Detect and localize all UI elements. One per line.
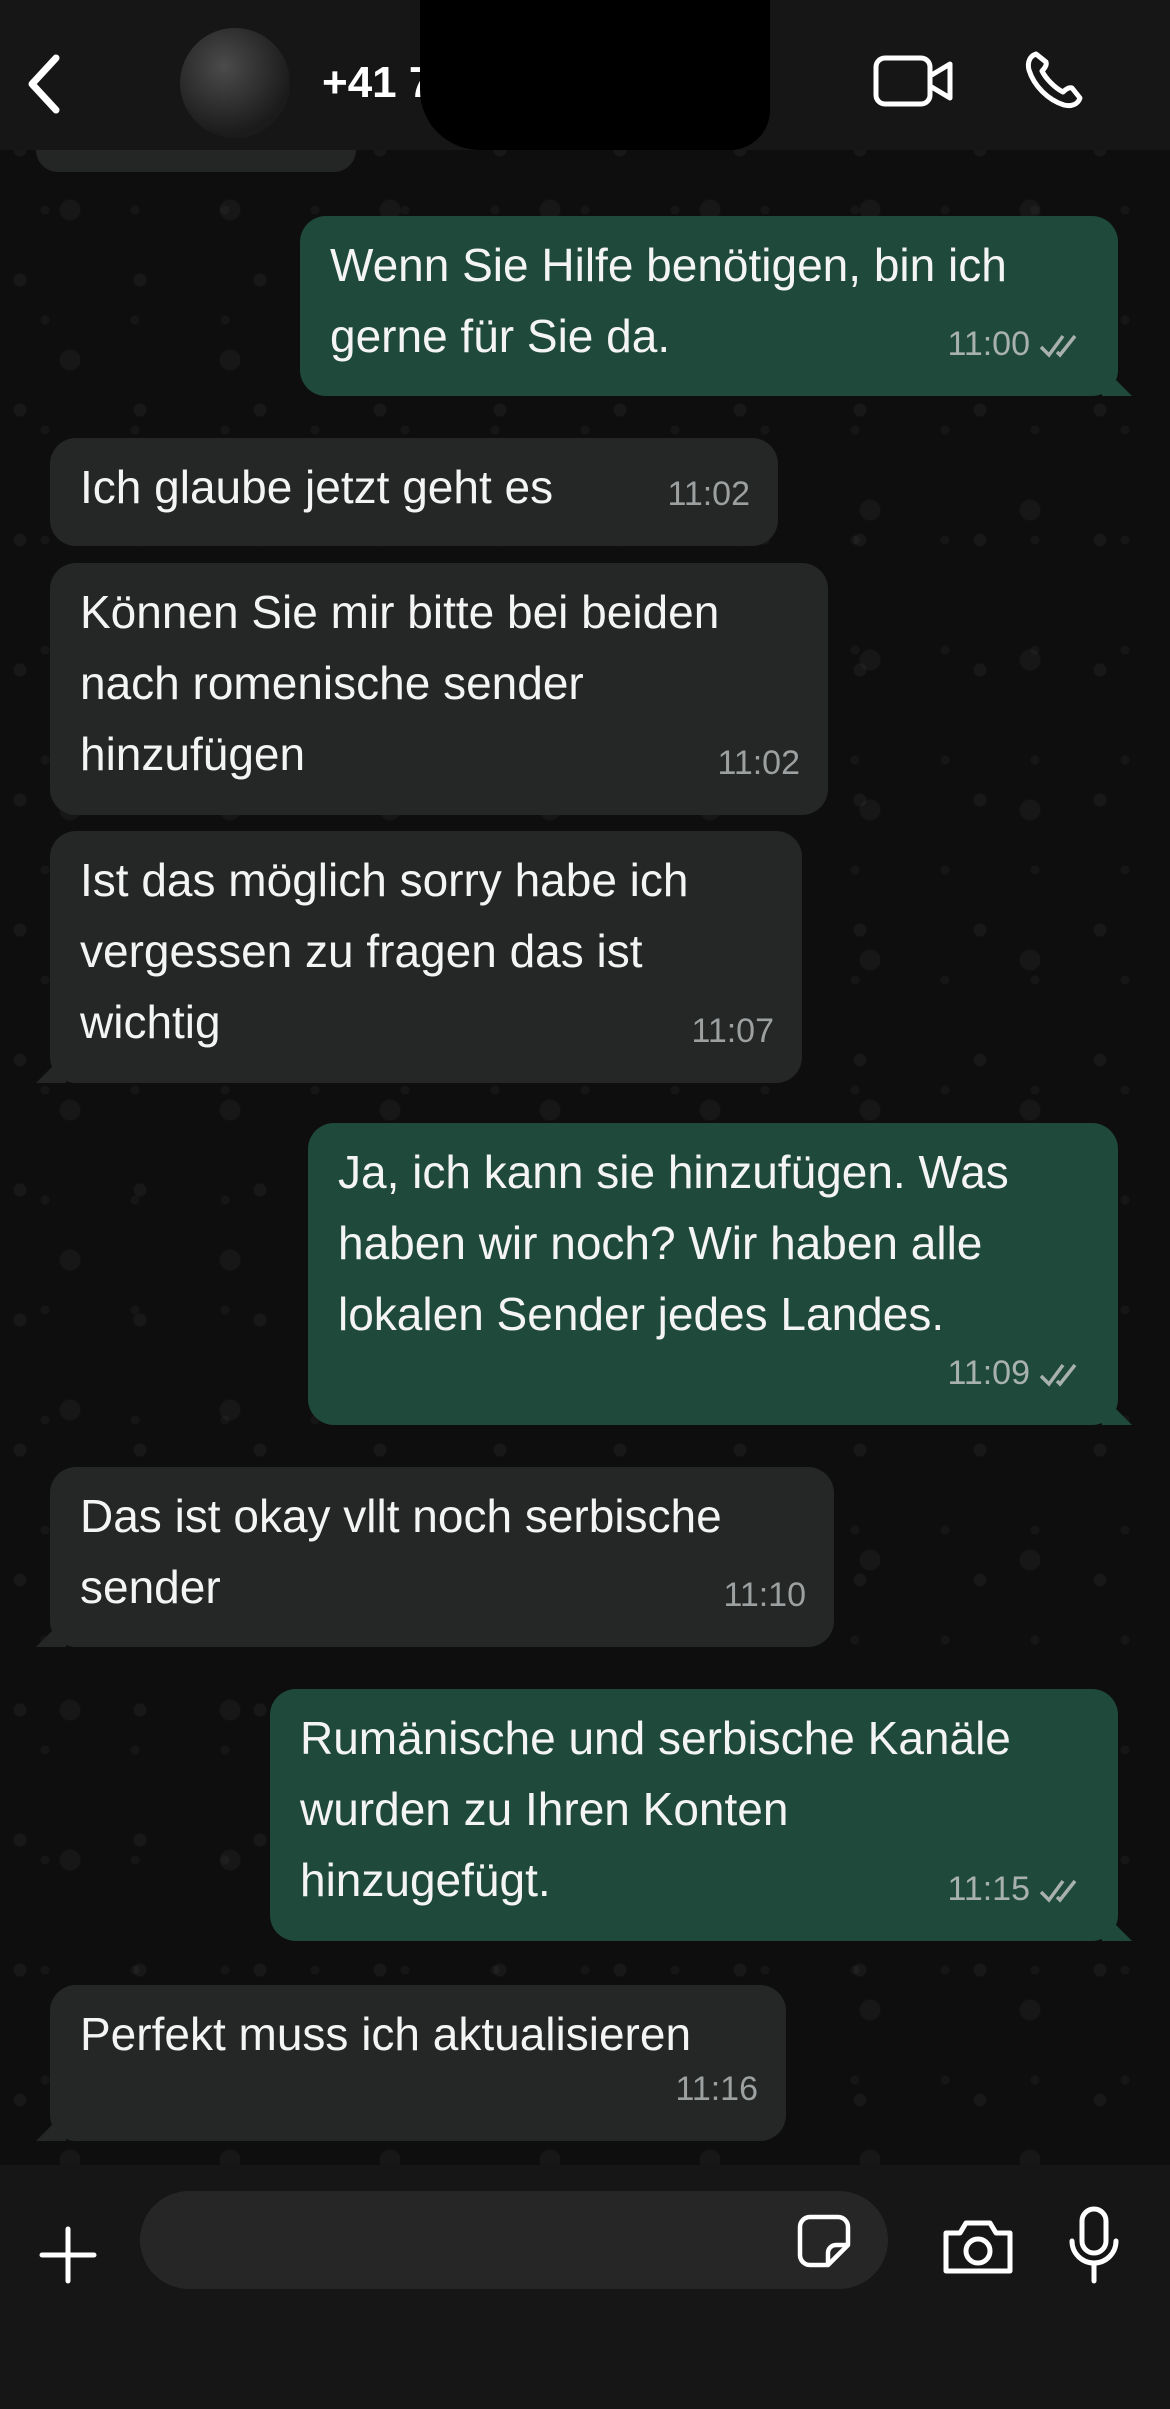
message-bubble[interactable]: Wenn Sie Hilfe benötigen, bin ich gerne … — [300, 216, 1118, 396]
message-meta: 11:02 — [667, 459, 750, 530]
voice-message-button[interactable] — [1066, 2205, 1122, 2287]
message-time: 11:10 — [723, 1576, 806, 1614]
message-time: 11:16 — [675, 2070, 758, 2108]
message-bubble[interactable]: Rumänische und serbische Kanäle wurden z… — [270, 1689, 1118, 1941]
read-receipt-icon — [1039, 1879, 1077, 1903]
sticker-icon — [797, 2214, 851, 2268]
contact-name[interactable]: +41 7 — [322, 58, 433, 108]
message-text: Perfekt muss ich aktualisieren — [80, 2008, 692, 2060]
message-meta: 11:09 — [947, 1338, 1090, 1409]
message-bubble[interactable]: Können Sie mir bitte bei beiden nach rom… — [50, 563, 828, 815]
chat-header: +41 7 — [0, 0, 1170, 150]
message-time: 11:07 — [691, 1012, 774, 1050]
message-meta: 11:02 — [717, 728, 800, 799]
message-input[interactable] — [140, 2191, 888, 2289]
voice-call-button[interactable] — [1022, 48, 1086, 112]
phone-icon — [1025, 51, 1083, 109]
video-call-button[interactable] — [872, 52, 956, 110]
message-time: 11:15 — [947, 1870, 1030, 1908]
attach-button[interactable] — [38, 2225, 98, 2285]
redaction-mark — [420, 0, 770, 150]
contact-avatar[interactable] — [180, 28, 290, 138]
message-bubble[interactable]: Ist das möglich sorry habe ich vergessen… — [50, 831, 802, 1083]
message-time: 11:09 — [947, 1354, 1030, 1392]
message-meta: 11:07 — [691, 996, 774, 1067]
video-camera-icon — [873, 55, 953, 107]
message-bubble[interactable]: Ich glaube jetzt geht es 11:02 — [50, 438, 778, 546]
read-receipt-icon — [1039, 1363, 1077, 1387]
message-text: Ist das möglich sorry habe ich vergessen… — [80, 854, 689, 1048]
message-meta: 11:16 — [675, 2054, 758, 2125]
message-bubble[interactable]: Perfekt muss ich aktualisieren 11:16 — [50, 1985, 786, 2141]
camera-button[interactable] — [940, 2217, 1016, 2277]
message-meta: 11:00 — [947, 309, 1090, 380]
read-receipt-icon — [1039, 334, 1077, 358]
camera-icon — [943, 2220, 1013, 2274]
message-bubble[interactable]: Ja, ich kann sie hinzufügen. Was haben w… — [308, 1123, 1118, 1425]
message-meta: 11:15 — [947, 1854, 1090, 1925]
message-time: 11:02 — [717, 744, 800, 782]
message-composer — [0, 2165, 1170, 2409]
microphone-icon — [1069, 2206, 1119, 2284]
message-text: Ich glaube jetzt geht es — [80, 461, 554, 513]
plus-icon — [39, 2226, 97, 2284]
sticker-button[interactable] — [796, 2213, 852, 2269]
message-text: Können Sie mir bitte bei beiden nach rom… — [80, 586, 720, 780]
message-time: 11:00 — [947, 325, 1030, 363]
message-bubble[interactable]: Das ist okay vllt noch serbische sender … — [50, 1467, 834, 1647]
message-meta: 11:10 — [723, 1560, 806, 1631]
back-button[interactable] — [24, 52, 64, 116]
message-text: Das ist okay vllt noch serbische sender — [80, 1490, 722, 1613]
chevron-left-icon — [28, 54, 60, 114]
message-text: Ja, ich kann sie hinzufügen. Was haben w… — [338, 1146, 1009, 1340]
message-time: 11:02 — [667, 475, 750, 513]
